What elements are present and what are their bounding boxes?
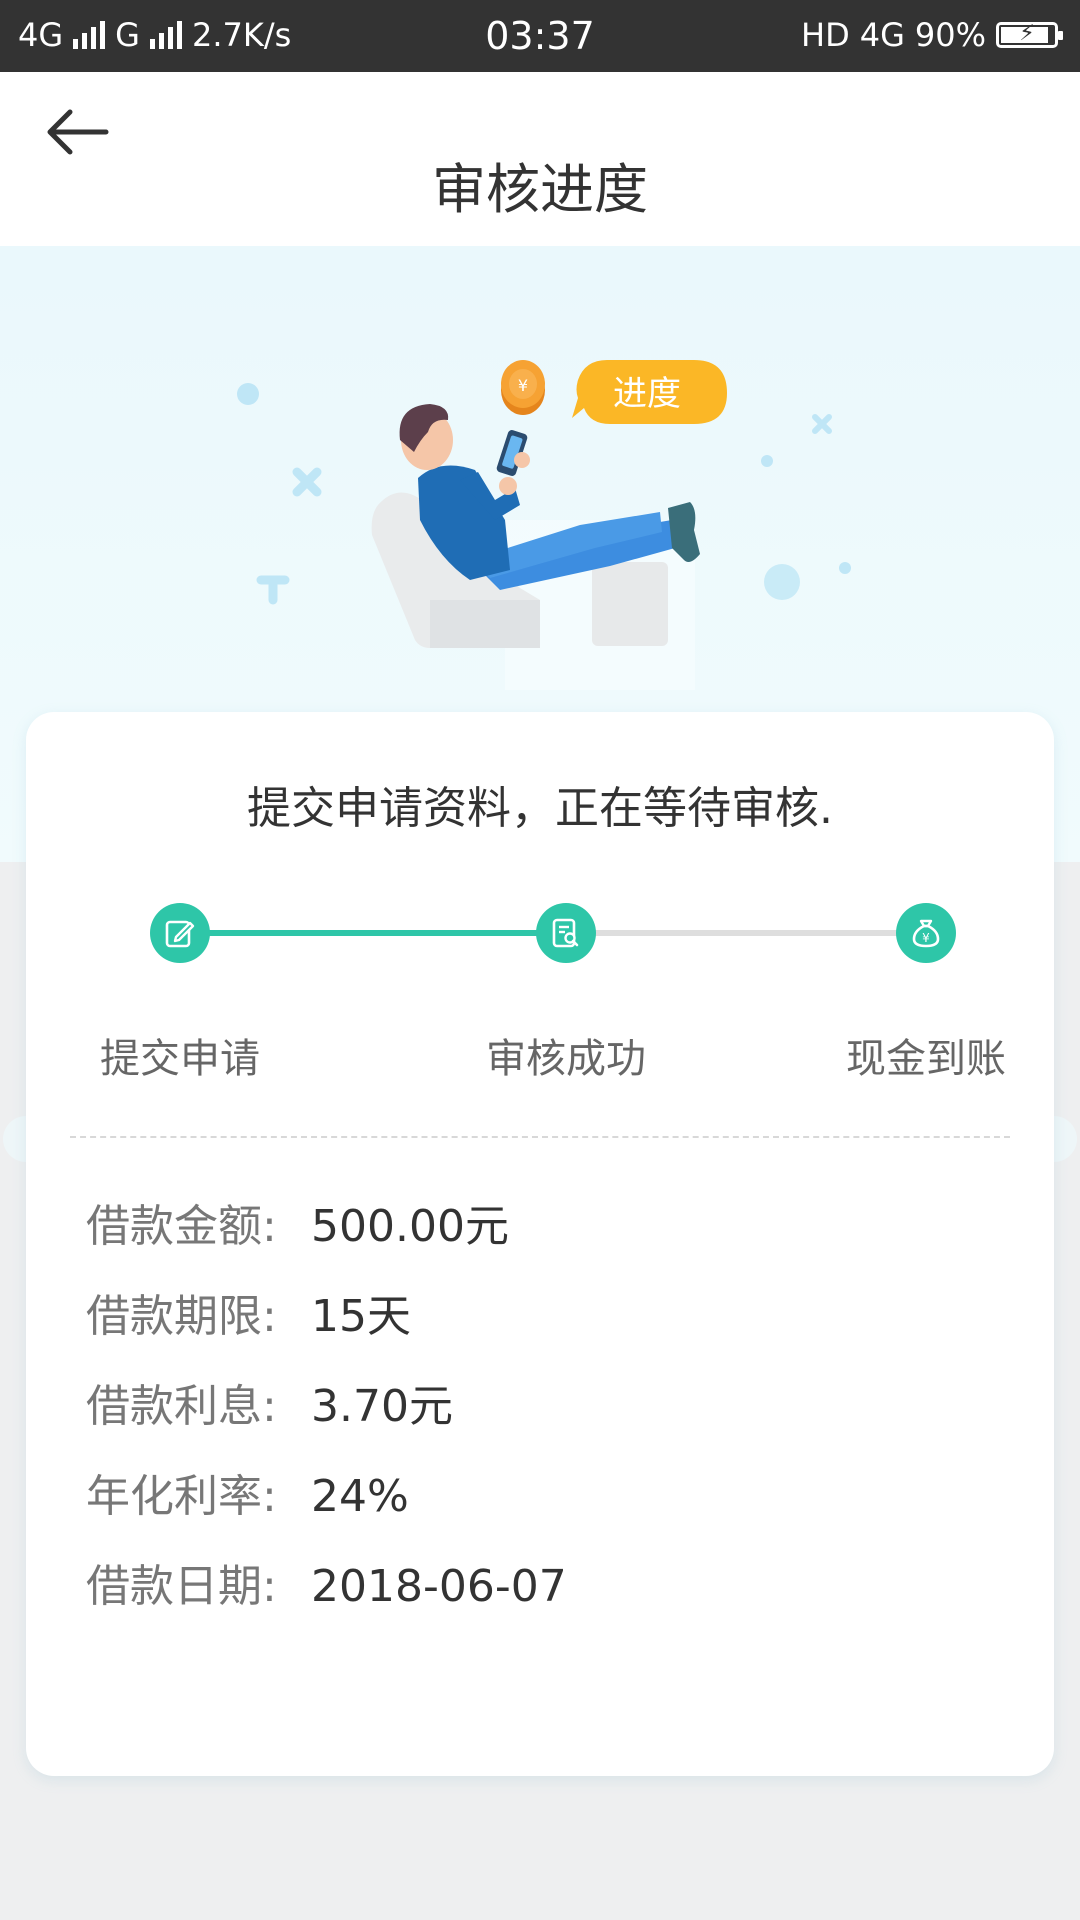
detail-label: 年化利率:	[86, 1471, 277, 1522]
battery-icon: ⚡	[996, 21, 1063, 48]
progress-track-done	[180, 930, 566, 936]
detail-value: 500.00元	[311, 1201, 509, 1252]
detail-row-date: 借款日期: 2018-06-07	[86, 1542, 567, 1632]
battery-percent: 90%	[914, 16, 986, 54]
detail-row-rate: 年化利率: 24%	[86, 1452, 567, 1542]
status-message: 提交申请资料，正在等待审核.	[247, 783, 833, 834]
detail-row-term: 借款期限: 15天	[86, 1272, 567, 1362]
detail-label: 借款日期:	[86, 1561, 277, 1612]
bubble-text: 进度	[613, 374, 681, 414]
hd-label: HD	[801, 16, 850, 54]
status-bar: 4G G 2.7K/s 03:37 HD 4G 90% ⚡	[0, 0, 1080, 72]
decor-dot	[761, 455, 773, 467]
coin-icon: ¥	[501, 360, 545, 415]
charging-icon: ⚡	[1019, 21, 1035, 46]
decor-dot	[237, 383, 259, 405]
decor-cross	[812, 414, 832, 434]
detail-row-interest: 借款利息: 3.70元	[86, 1362, 567, 1452]
step-node-submit	[150, 903, 210, 963]
detail-value: 24%	[311, 1471, 409, 1522]
step-label-submit: 提交申请	[100, 1036, 260, 1082]
dashed-divider	[70, 1136, 1010, 1138]
progress-card: 提交申请资料，正在等待审核. ¥ 提交申请 审核成功 现金到账 借款金额: 500…	[26, 712, 1054, 1776]
detail-label: 借款金额:	[86, 1201, 277, 1252]
decor-dot	[764, 564, 800, 600]
decor-plus	[256, 575, 290, 605]
svg-text:¥: ¥	[922, 931, 930, 945]
detail-value: 3.70元	[311, 1381, 453, 1432]
status-right: HD 4G 90% ⚡	[801, 16, 1063, 54]
edit-icon	[165, 920, 195, 948]
decor-dot	[839, 562, 851, 574]
step-label-cash: 现金到账	[846, 1036, 1006, 1082]
decor-cross	[292, 467, 322, 497]
money-bag-icon: ¥	[912, 919, 940, 948]
footrest	[592, 562, 668, 646]
progress-track-pending	[566, 930, 926, 936]
step-node-cash: ¥	[896, 903, 956, 963]
detail-label: 借款期限:	[86, 1291, 277, 1342]
network-label-4g-right: 4G	[859, 16, 905, 54]
detail-value: 15天	[311, 1291, 411, 1342]
step-label-review: 审核成功	[486, 1036, 646, 1082]
step-node-review	[536, 903, 596, 963]
svg-text:¥: ¥	[518, 376, 528, 395]
detail-label: 借款利息:	[86, 1381, 277, 1432]
loan-details: 借款金额: 500.00元 借款期限: 15天 借款利息: 3.70元 年化利率: 24…	[86, 1182, 567, 1632]
detail-row-amount: 借款金额: 500.00元	[86, 1182, 567, 1272]
page-title: 审核进度	[432, 158, 648, 221]
document-search-icon	[552, 918, 579, 948]
detail-value: 2018-06-07	[311, 1561, 567, 1612]
